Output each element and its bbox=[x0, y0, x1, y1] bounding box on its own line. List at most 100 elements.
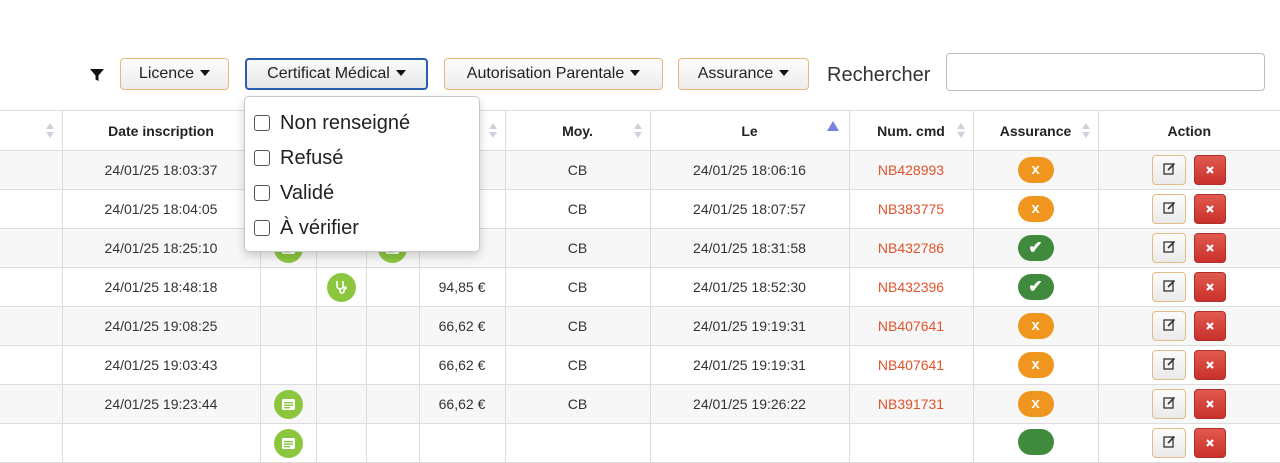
assurance-status-badge bbox=[1017, 428, 1054, 455]
edit-icon bbox=[1163, 435, 1176, 451]
edit-button[interactable] bbox=[1152, 155, 1187, 185]
date-inscription-cell: 24/01/25 18:04:05 bbox=[61, 189, 261, 229]
document-icon[interactable] bbox=[273, 389, 303, 419]
num-cmd-header-label: Num. cmd bbox=[877, 122, 945, 139]
delete-button[interactable] bbox=[1194, 389, 1227, 419]
edit-button[interactable] bbox=[1152, 428, 1187, 458]
action-cell bbox=[1097, 150, 1280, 190]
delete-icon bbox=[1205, 396, 1215, 412]
edit-icon bbox=[1163, 318, 1176, 334]
assurance-status-badge: x bbox=[1017, 313, 1054, 339]
caret-down-icon bbox=[395, 69, 406, 76]
autorisation-cell bbox=[365, 306, 420, 346]
edit-button[interactable] bbox=[1152, 272, 1187, 302]
prix-cell bbox=[418, 423, 506, 463]
row-actions bbox=[1152, 155, 1227, 185]
delete-button[interactable] bbox=[1194, 311, 1227, 341]
order-link[interactable]: NB432396 bbox=[878, 279, 944, 295]
document-icon[interactable] bbox=[273, 428, 303, 458]
edit-button[interactable] bbox=[1152, 389, 1187, 419]
num-cmd-cell bbox=[848, 423, 974, 463]
action-cell bbox=[1097, 267, 1280, 307]
moy-cell: CB bbox=[504, 345, 651, 385]
column-header-assurance[interactable]: Assurance bbox=[972, 110, 1099, 151]
sort-icon bbox=[1081, 123, 1090, 139]
autorisation-cell bbox=[365, 423, 420, 463]
assurance-status-badge: x bbox=[1017, 352, 1054, 378]
assurance-cell: x bbox=[972, 306, 1099, 346]
assurance-cell: ✔ bbox=[972, 267, 1099, 307]
num-cmd-cell: NB391731 bbox=[848, 384, 974, 424]
order-link[interactable]: NB407641 bbox=[878, 318, 944, 334]
certificat-dropdown-menu: Non renseigné Refusé Validé À vérifier bbox=[244, 96, 480, 252]
partial-cell bbox=[0, 228, 63, 268]
le-cell: 24/01/25 18:31:58 bbox=[649, 228, 850, 268]
table-row bbox=[0, 423, 1280, 463]
date-inscription-cell: 24/01/25 19:23:44 bbox=[61, 384, 261, 424]
assurance-status-badge: x bbox=[1017, 196, 1054, 222]
delete-button[interactable] bbox=[1194, 155, 1227, 185]
num-cmd-cell: NB383775 bbox=[848, 189, 974, 229]
action-cell bbox=[1097, 306, 1280, 346]
date-inscription-cell: 24/01/25 19:03:43 bbox=[61, 345, 261, 385]
order-link[interactable]: NB391731 bbox=[878, 396, 944, 412]
sort-icon bbox=[45, 123, 54, 139]
moy-header-label: Moy. bbox=[562, 122, 593, 139]
assurance-cell: x bbox=[972, 150, 1099, 190]
certificat-cell bbox=[315, 267, 367, 307]
edit-button[interactable] bbox=[1152, 194, 1187, 224]
order-link[interactable]: NB432786 bbox=[878, 240, 944, 256]
delete-button[interactable] bbox=[1194, 350, 1227, 380]
caret-down-icon bbox=[779, 69, 790, 76]
order-link[interactable]: NB407641 bbox=[878, 357, 944, 373]
order-link[interactable]: NB428993 bbox=[878, 162, 944, 178]
delete-button[interactable] bbox=[1194, 233, 1227, 263]
search-input[interactable] bbox=[946, 53, 1265, 91]
dropdown-option-non-renseigne[interactable]: Non renseigné bbox=[254, 109, 410, 137]
delete-icon bbox=[1205, 435, 1215, 451]
le-cell: 24/01/25 18:07:57 bbox=[649, 189, 850, 229]
column-header-date-inscription[interactable]: Date inscription bbox=[61, 110, 261, 151]
edit-button[interactable] bbox=[1152, 311, 1187, 341]
delete-button[interactable] bbox=[1194, 428, 1227, 458]
le-cell: 24/01/25 18:06:16 bbox=[649, 150, 850, 190]
checkbox[interactable] bbox=[254, 115, 270, 131]
stethoscope-icon[interactable] bbox=[326, 272, 356, 302]
assurance-status-badge: ✔ bbox=[1017, 274, 1054, 300]
column-header-le[interactable]: Le bbox=[649, 110, 850, 151]
dropdown-option-valide[interactable]: Validé bbox=[254, 179, 334, 207]
le-cell: 24/01/25 19:19:31 bbox=[649, 306, 850, 346]
delete-button[interactable] bbox=[1194, 272, 1227, 302]
partial-cell bbox=[0, 423, 63, 463]
edit-icon bbox=[1163, 162, 1176, 178]
dropdown-option-refuse[interactable]: Refusé bbox=[254, 144, 343, 172]
checkbox[interactable] bbox=[254, 150, 270, 166]
checkbox[interactable] bbox=[254, 185, 270, 201]
table-body: 24/01/25 18:03:37 CB 24/01/25 18:06:16 NB42… bbox=[0, 150, 1280, 463]
delete-icon bbox=[1205, 240, 1215, 256]
row-actions bbox=[1152, 389, 1227, 419]
delete-icon bbox=[1205, 318, 1215, 334]
num-cmd-cell: NB432396 bbox=[848, 267, 974, 307]
action-cell bbox=[1097, 189, 1280, 229]
certificat-cell bbox=[315, 345, 367, 385]
autorisation-filter-button[interactable]: Autorisation Parentale bbox=[444, 58, 663, 90]
edit-button[interactable] bbox=[1152, 233, 1187, 263]
certificat-filter-label: Certificat Médical bbox=[267, 65, 390, 82]
num-cmd-cell: NB407641 bbox=[848, 345, 974, 385]
edit-icon bbox=[1163, 396, 1176, 412]
le-cell: 24/01/25 18:52:30 bbox=[649, 267, 850, 307]
delete-button[interactable] bbox=[1194, 194, 1227, 224]
dropdown-option-a-verifier[interactable]: À vérifier bbox=[254, 214, 359, 242]
certificat-filter-button[interactable]: Certificat Médical bbox=[245, 58, 428, 90]
licence-filter-button[interactable]: Licence bbox=[120, 58, 229, 90]
table-row: 24/01/25 19:08:25 66,62 € CB 24/01/25 19:19… bbox=[0, 306, 1280, 346]
column-header-partial[interactable] bbox=[0, 110, 63, 151]
num-cmd-cell: NB428993 bbox=[848, 150, 974, 190]
edit-button[interactable] bbox=[1152, 350, 1187, 380]
assurance-filter-button[interactable]: Assurance bbox=[678, 58, 809, 90]
checkbox[interactable] bbox=[254, 220, 270, 236]
column-header-num-cmd[interactable]: Num. cmd bbox=[848, 110, 974, 151]
column-header-moy[interactable]: Moy. bbox=[504, 110, 651, 151]
order-link[interactable]: NB383775 bbox=[878, 201, 944, 217]
